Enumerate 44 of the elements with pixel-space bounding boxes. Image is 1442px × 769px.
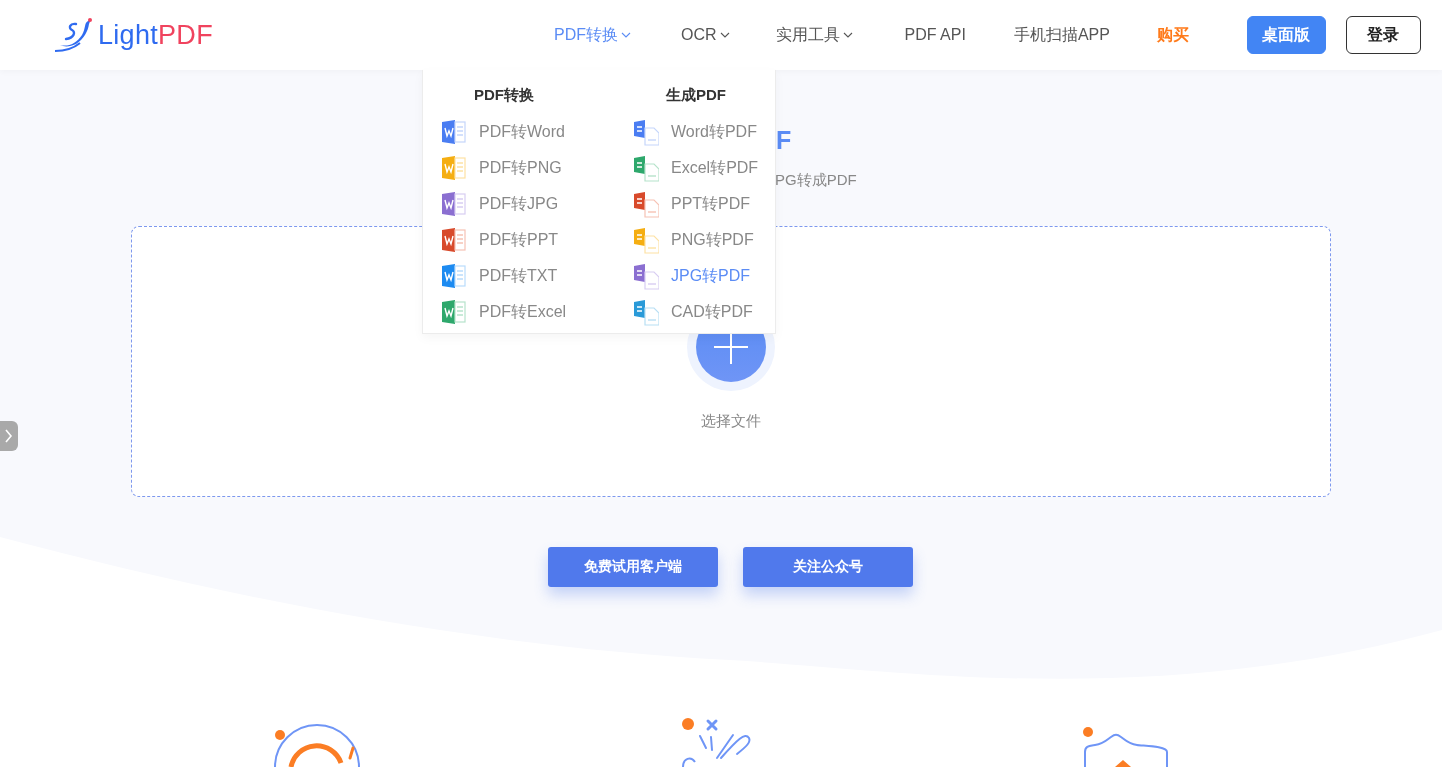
file-type-icon bbox=[441, 262, 467, 290]
chevron-right-icon bbox=[5, 429, 13, 443]
page-subtitle: PG转成PDF bbox=[775, 170, 857, 190]
file-type-icon bbox=[441, 298, 467, 326]
page-title: F bbox=[776, 125, 792, 155]
logo-text[interactable]: LightPDF bbox=[98, 19, 213, 51]
nav-menu-button[interactable]: OCR bbox=[680, 26, 730, 44]
menu-heading: 生成PDF bbox=[666, 85, 726, 105]
nav-link[interactable]: 购买 bbox=[1156, 24, 1189, 46]
nav-link[interactable]: 手机扫描APP bbox=[1013, 24, 1110, 46]
menu-item[interactable]: PDF转Word bbox=[441, 114, 565, 150]
menu-item[interactable]: PDF转TXT bbox=[441, 258, 558, 294]
menu-item[interactable]: PDF转JPG bbox=[441, 186, 559, 222]
menu-item[interactable]: PPT转PDF bbox=[633, 186, 751, 222]
caret-icon bbox=[842, 31, 853, 39]
caret-icon bbox=[719, 31, 730, 39]
login-button[interactable]: 登录 bbox=[1345, 16, 1421, 54]
nav-menu-button[interactable]: PDF转换 bbox=[553, 24, 631, 46]
file-type-icon bbox=[633, 118, 659, 146]
file-type-icon bbox=[633, 154, 659, 182]
upload-label: 选择文件 bbox=[701, 411, 761, 431]
file-type-icon bbox=[441, 190, 467, 218]
trial-button[interactable]: 免费试用客户端 bbox=[548, 547, 718, 587]
file-type-icon bbox=[441, 154, 467, 182]
file-type-icon bbox=[633, 226, 659, 254]
bird-logo-icon bbox=[54, 17, 94, 53]
nav-menu-button[interactable]: 实用工具 bbox=[775, 24, 853, 46]
nav-link[interactable]: PDF API bbox=[904, 26, 966, 44]
desktop-button[interactable]: 桌面版 bbox=[1246, 16, 1326, 54]
file-type-icon bbox=[441, 226, 467, 254]
file-type-icon bbox=[633, 298, 659, 326]
menu-item[interactable]: JPG转PDF bbox=[633, 258, 751, 294]
menu-item[interactable]: CAD转PDF bbox=[633, 294, 753, 330]
menu-heading: PDF转换 bbox=[474, 85, 534, 105]
menu-item[interactable]: Excel转PDF bbox=[633, 150, 759, 186]
file-type-icon bbox=[633, 262, 659, 290]
menu-item[interactable]: Word转PDF bbox=[633, 114, 757, 150]
follow-button[interactable]: 关注公众号 bbox=[743, 547, 913, 587]
caret-icon bbox=[620, 31, 631, 39]
menu-item[interactable]: PDF转PNG bbox=[441, 150, 562, 186]
file-type-icon bbox=[441, 118, 467, 146]
menu-item[interactable]: PDF转Excel bbox=[441, 294, 567, 330]
expand-tab[interactable] bbox=[0, 421, 18, 451]
file-type-icon bbox=[633, 190, 659, 218]
